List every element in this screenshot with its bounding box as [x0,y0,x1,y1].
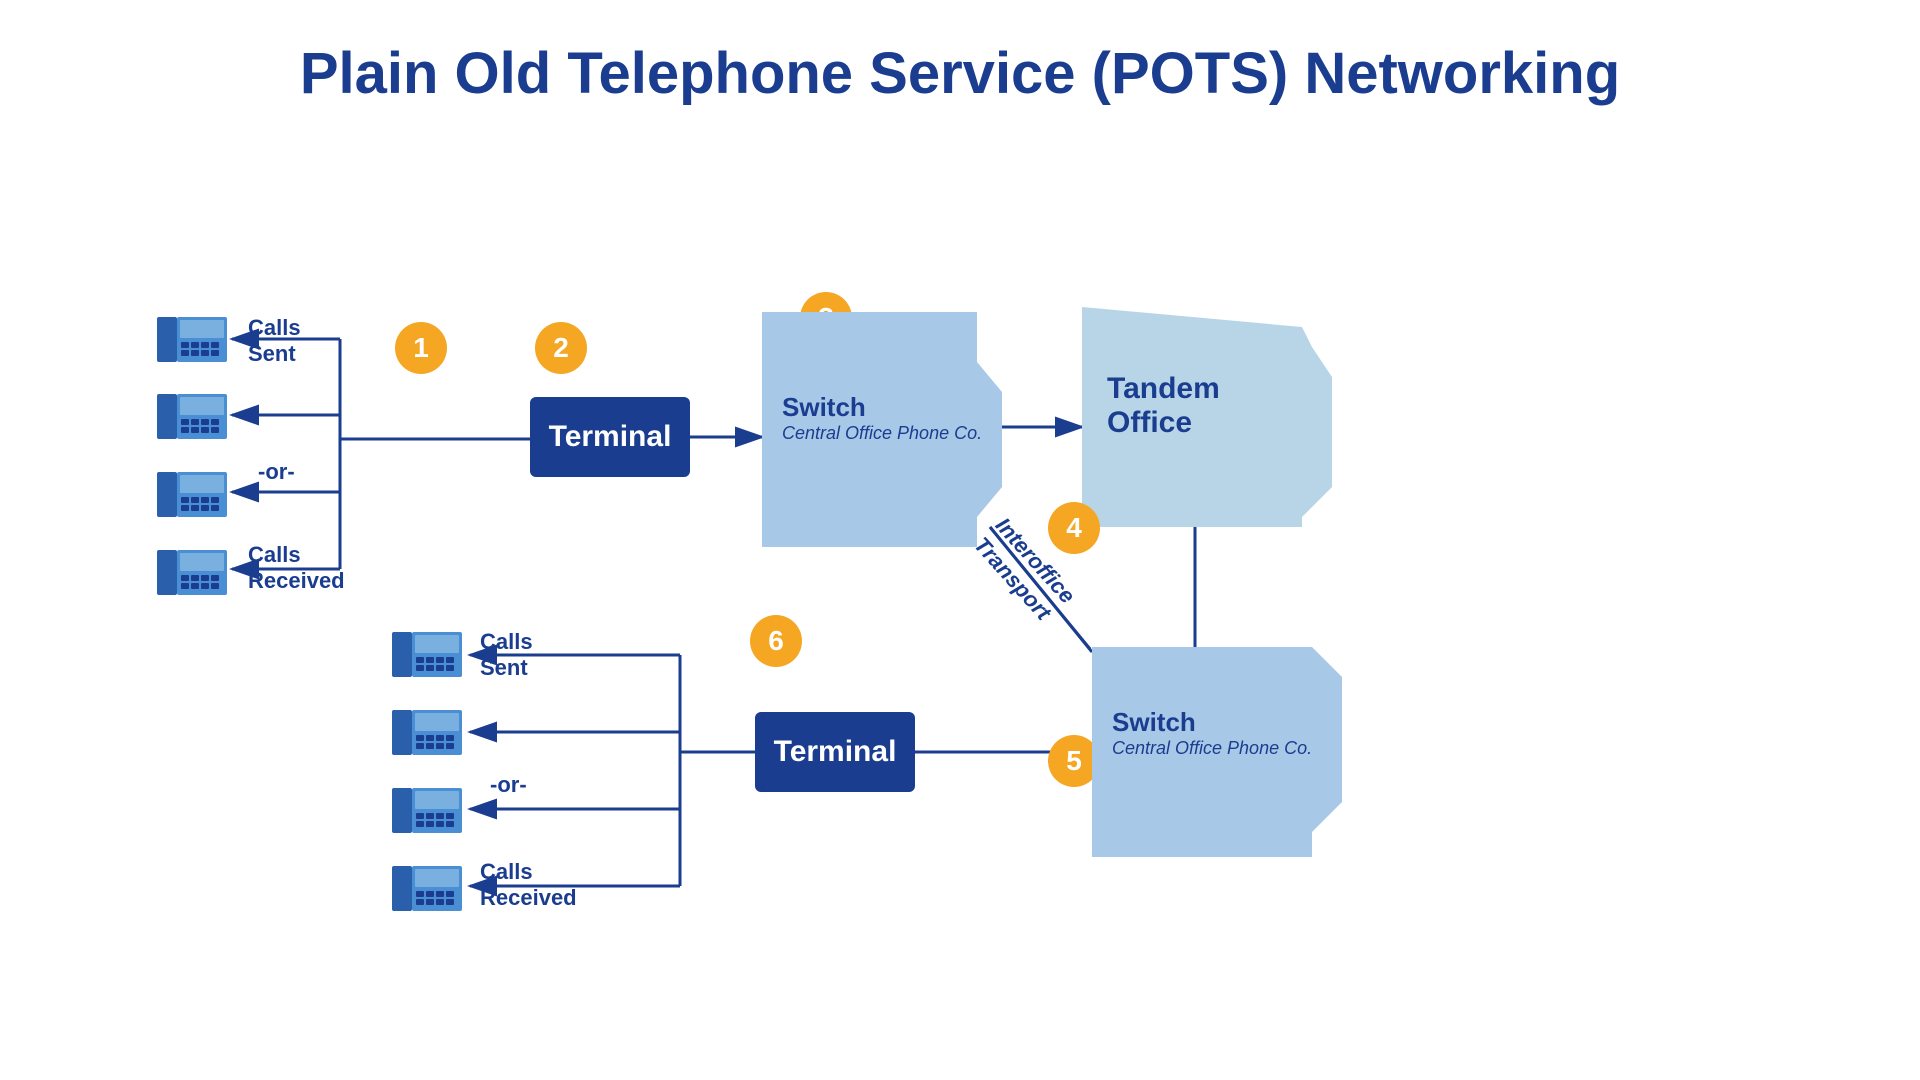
calls-sent-label-top: CallsSent [248,315,301,368]
page-title: Plain Old Telephone Service (POTS) Netwo… [0,0,1920,137]
switch-1-sublabel: Central Office Phone Co. [782,423,982,444]
badge-2: 2 [535,322,587,374]
diagram-area: CallsSent -or- CallsReceived 1 2 Termina… [0,137,1920,1057]
badge-6: 6 [750,615,802,667]
badge-4: 4 [1048,502,1100,554]
calls-received-label-top: CallsReceived [248,542,345,595]
tandem-office: TandemOffice [1082,307,1332,532]
phone-icon-7 [390,783,465,843]
switch-2: Switch Central Office Phone Co. [1092,647,1342,862]
phone-icon-1 [155,312,230,372]
or-label-bottom: -or- [490,772,527,798]
terminal-1: Terminal [530,397,690,477]
calls-received-label-bottom: CallsReceived [480,859,577,912]
phone-icon-2 [155,389,230,449]
badge-1: 1 [395,322,447,374]
terminal-1-label: Terminal [549,420,672,454]
or-label-top: -or- [258,459,295,485]
calls-sent-label-bottom: CallsSent [480,629,533,682]
switch-1: Switch Central Office Phone Co. [762,312,1002,552]
phone-icon-5 [390,627,465,687]
phone-icon-8 [390,861,465,921]
terminal-2: Terminal [755,712,915,792]
tandem-office-label: TandemOffice [1107,372,1220,440]
phone-icon-3 [155,467,230,527]
diagram-svg [0,137,1920,1057]
phone-icon-6 [390,705,465,765]
switch-2-label: Switch [1112,707,1312,738]
switch-1-label: Switch [782,392,982,423]
switch-2-sublabel: Central Office Phone Co. [1112,738,1312,759]
terminal-2-label: Terminal [774,735,897,769]
phone-icon-4 [155,545,230,605]
